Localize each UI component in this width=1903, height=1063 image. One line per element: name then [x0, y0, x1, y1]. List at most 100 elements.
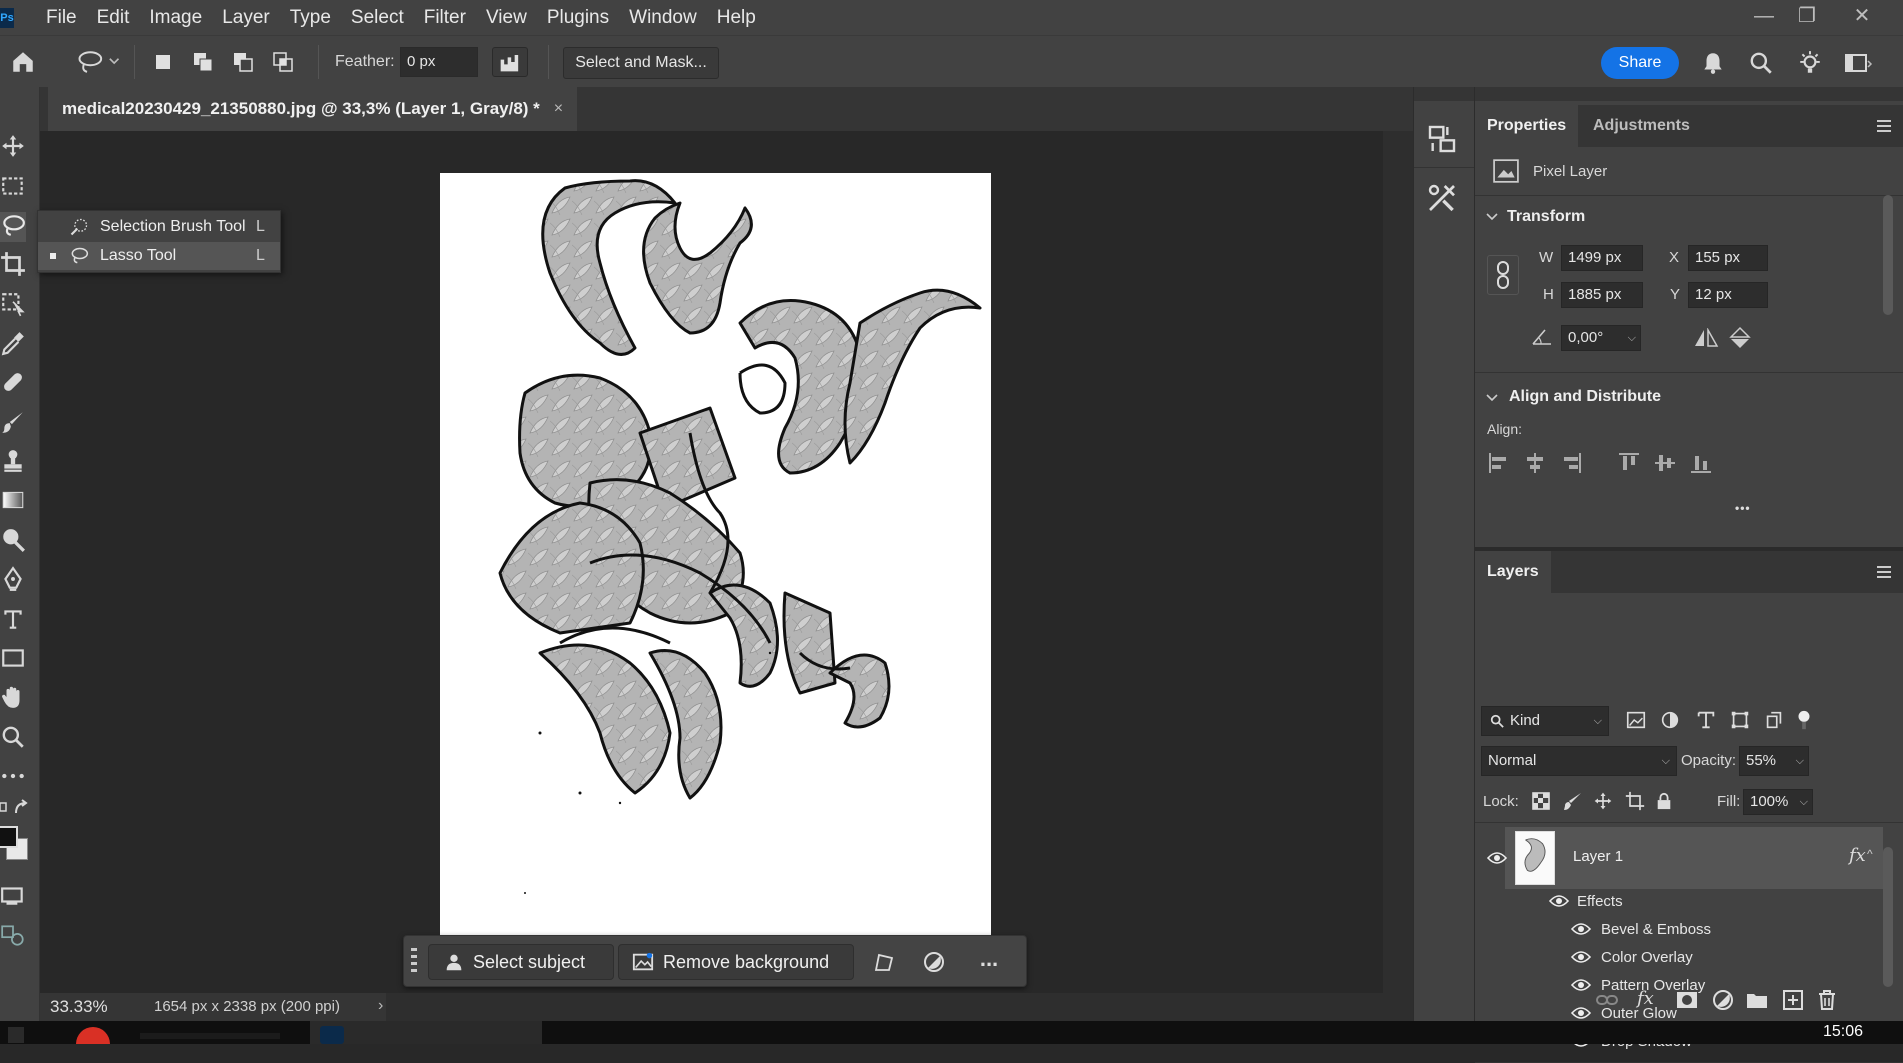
height-field[interactable]: 1885 px — [1561, 282, 1643, 308]
opacity-field[interactable]: 55% ⌵ — [1739, 746, 1809, 776]
filter-smart-object-icon[interactable] — [1763, 709, 1785, 731]
minimize-button[interactable]: — — [1742, 0, 1786, 35]
layer-name[interactable]: Layer 1 — [1573, 848, 1623, 865]
menu-filter[interactable]: Filter — [414, 0, 476, 35]
menu-select[interactable]: Select — [341, 0, 414, 35]
blend-mode-select[interactable]: Normal ⌵ — [1481, 746, 1677, 776]
status-menu-arrow[interactable]: › — [378, 997, 383, 1015]
lock-artboard-icon[interactable] — [1625, 791, 1645, 811]
align-vertical-center-icon[interactable] — [1653, 451, 1677, 475]
foreground-color-swatch[interactable] — [0, 826, 18, 848]
swap-colors-icon[interactable] — [0, 797, 36, 819]
chevron-down-icon[interactable]: ⌵ — [1800, 790, 1808, 814]
panel-menu-icon[interactable] — [1875, 563, 1893, 581]
new-layer-icon[interactable] — [1781, 988, 1805, 1012]
tab-adjustments[interactable]: Adjustments — [1581, 105, 1702, 147]
menu-file[interactable]: File — [36, 0, 87, 35]
align-distribute-section-title[interactable]: Align and Distribute — [1509, 388, 1661, 406]
effect-visibility-eye-icon[interactable] — [1570, 978, 1592, 996]
menu-window[interactable]: Window — [619, 0, 707, 35]
scrollbar-thumb[interactable] — [1883, 195, 1893, 315]
close-tab-icon[interactable]: × — [554, 100, 563, 118]
effect-row[interactable]: Color Overlay — [1475, 943, 1875, 971]
add-layer-style-icon[interactable]: fx — [1637, 988, 1654, 1009]
anti-alias-toggle[interactable] — [492, 47, 528, 77]
filter-shape-icon[interactable] — [1729, 709, 1751, 731]
align-right-icon[interactable] — [1559, 451, 1583, 475]
lock-image-pixels-icon[interactable] — [1563, 791, 1583, 811]
transform-selection-icon[interactable] — [872, 950, 898, 974]
document-tab[interactable]: medical20230429_21350880.jpg @ 33,3% (La… — [48, 87, 578, 131]
align-top-icon[interactable] — [1617, 451, 1641, 475]
effect-visibility-eye-icon[interactable] — [1570, 922, 1592, 940]
layer-visibility-eye-icon[interactable] — [1486, 851, 1508, 869]
link-dimensions-button[interactable] — [1487, 255, 1519, 295]
filter-toggle-icon[interactable] — [1793, 709, 1815, 731]
lock-position-icon[interactable] — [1593, 791, 1613, 811]
more-tools-icon[interactable] — [0, 763, 26, 793]
chevron-down-icon[interactable]: ⌵ — [1628, 326, 1636, 350]
tab-properties[interactable]: Properties — [1475, 105, 1579, 147]
intersect-selection-icon[interactable] — [270, 50, 296, 74]
effects-row[interactable]: Effects — [1475, 887, 1875, 915]
notifications-bell-icon[interactable] — [1700, 50, 1726, 76]
align-bottom-icon[interactable] — [1689, 451, 1713, 475]
collapse-effects-icon[interactable]: ^ — [1867, 847, 1873, 861]
screen-mode-icon[interactable] — [0, 882, 26, 912]
flyout-item-lasso[interactable]: Lasso Tool L — [38, 242, 280, 270]
effects-visibility-eye-icon[interactable] — [1548, 894, 1570, 912]
flip-vertical-icon[interactable] — [1729, 326, 1751, 350]
lock-transparent-pixels-icon[interactable] — [1531, 791, 1551, 811]
filter-pixel-icon[interactable] — [1625, 709, 1647, 731]
filter-adjustment-icon[interactable] — [1659, 709, 1681, 731]
workspace-layout-icon[interactable] — [1843, 50, 1873, 76]
lock-all-icon[interactable] — [1655, 791, 1673, 811]
gradient-tool-icon[interactable] — [0, 487, 26, 517]
y-position-field[interactable]: 12 px — [1688, 282, 1768, 308]
flip-horizontal-icon[interactable] — [1693, 327, 1719, 348]
hand-tool-icon[interactable] — [0, 684, 26, 714]
close-window-button[interactable]: ✕ — [1840, 0, 1884, 35]
feather-input[interactable]: 0 px — [400, 47, 478, 77]
menu-edit[interactable]: Edit — [87, 0, 140, 35]
chrome-app-icon[interactable] — [76, 1027, 110, 1044]
discover-lightbulb-icon[interactable] — [1797, 50, 1823, 76]
rotation-angle-field[interactable]: 0,00° ⌵ — [1561, 325, 1641, 351]
clone-stamp-tool-icon[interactable] — [0, 448, 26, 478]
layer-filter-kind-select[interactable]: Kind ⌵ — [1481, 706, 1609, 736]
canvas-horizontal-scrollbar[interactable] — [386, 993, 1420, 1021]
menu-help[interactable]: Help — [707, 0, 766, 35]
more-align-options-button[interactable]: ••• — [1735, 501, 1751, 515]
chevron-down-icon[interactable] — [1485, 391, 1499, 405]
flyout-item-selection-brush[interactable]: Selection Brush Tool L — [38, 213, 280, 241]
brush-tool-icon[interactable] — [0, 409, 26, 439]
fill-field[interactable]: 100% ⌵ — [1743, 789, 1813, 815]
windows-start-icon[interactable] — [8, 1027, 24, 1043]
delete-layer-icon[interactable] — [1815, 988, 1839, 1012]
width-field[interactable]: 1499 px — [1561, 245, 1643, 271]
pen-tool-icon[interactable] — [0, 566, 26, 596]
effect-row[interactable]: Bevel & Emboss — [1475, 915, 1875, 943]
photoshop-taskbar-item[interactable] — [310, 1021, 542, 1044]
effect-visibility-eye-icon[interactable] — [1570, 950, 1592, 968]
history-panel-icon[interactable] — [1426, 123, 1460, 157]
select-subject-button[interactable]: Select subject — [428, 944, 614, 980]
menu-view[interactable]: View — [476, 0, 537, 35]
tab-layers[interactable]: Layers — [1475, 551, 1551, 593]
tool-presets-icon[interactable] — [1426, 182, 1460, 216]
align-horizontal-center-icon[interactable] — [1523, 451, 1547, 475]
type-tool-icon[interactable] — [0, 606, 26, 636]
search-icon[interactable] — [1748, 50, 1774, 76]
home-icon[interactable] — [10, 49, 38, 75]
filter-type-icon[interactable] — [1695, 709, 1717, 731]
adjustment-layer-icon[interactable] — [922, 950, 948, 974]
object-selection-tool-icon[interactable] — [0, 291, 26, 321]
layer-row[interactable]: Layer 1 fx ^ — [1505, 827, 1883, 889]
lasso-tool-icon[interactable] — [0, 212, 26, 242]
align-left-icon[interactable] — [1487, 451, 1511, 475]
move-tool-icon[interactable] — [0, 133, 26, 163]
subtract-selection-icon[interactable] — [230, 50, 256, 74]
new-adjustment-layer-icon[interactable] — [1711, 988, 1735, 1012]
crop-tool-icon[interactable] — [0, 251, 26, 281]
edit-toolbar-icon[interactable] — [0, 922, 26, 952]
